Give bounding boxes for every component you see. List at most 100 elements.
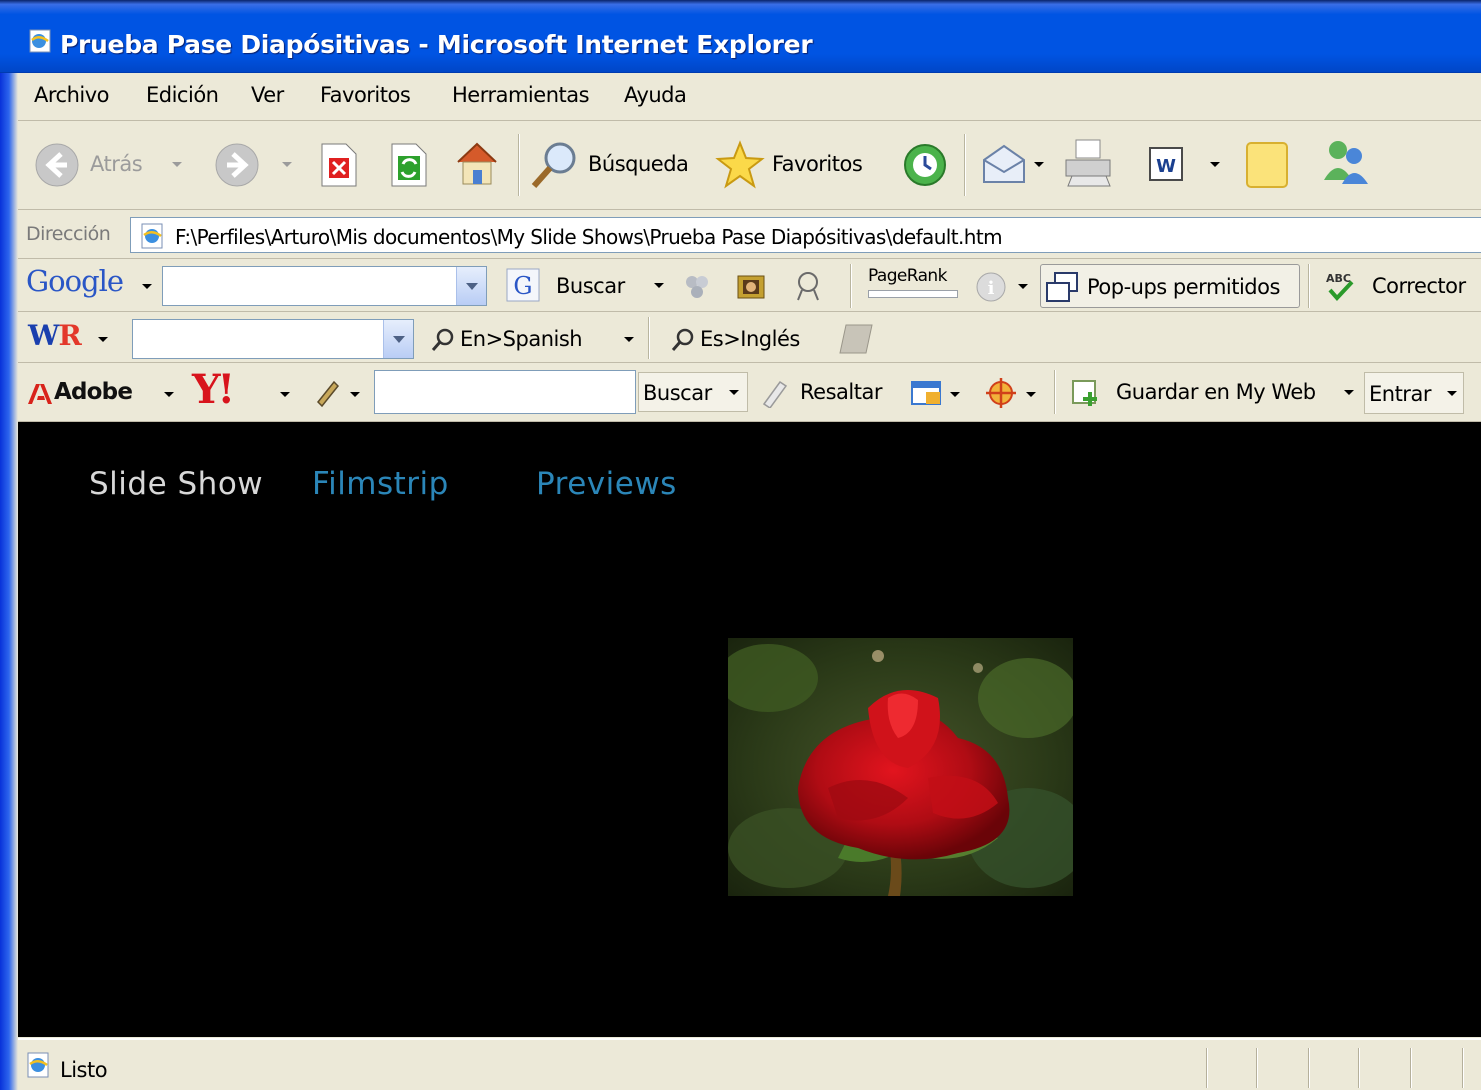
back-arrow-icon	[35, 143, 79, 187]
enter-button[interactable]: Entrar	[1364, 372, 1464, 414]
status-text: Listo	[60, 1058, 108, 1082]
yahoo-button[interactable]: Y!	[188, 366, 298, 418]
highlight-button[interactable]: Resaltar	[760, 374, 900, 412]
menu-edicion[interactable]: Edición	[146, 83, 219, 107]
address-url: F:\Perfiles\Arturo\Mis documentos\My Sli…	[175, 225, 1003, 249]
title-bar: Prueba Pase Diapósitivas - Microsoft Int…	[0, 0, 1481, 73]
info-icon[interactable]: i	[974, 270, 1008, 304]
target-button[interactable]	[982, 374, 1046, 412]
yahoo-search-button[interactable]: Buscar	[638, 372, 748, 412]
en-spanish-label: En>Spanish	[460, 327, 583, 351]
en-spanish-dropdown-icon	[624, 337, 634, 342]
google-search-label: Buscar	[556, 274, 625, 298]
nav-previews-link[interactable]: Previews	[536, 466, 677, 502]
toolbar-separator	[964, 134, 966, 196]
status-divider	[1462, 1048, 1464, 1088]
forward-button[interactable]	[212, 140, 302, 190]
enter-label: Entrar	[1369, 382, 1431, 406]
marker-icon	[762, 380, 788, 408]
enter-dropdown-icon	[1447, 391, 1457, 396]
spellcheck-button[interactable]: ABC Corrector	[1318, 266, 1481, 306]
news-icon[interactable]	[680, 270, 714, 304]
forward-arrow-icon	[215, 143, 259, 187]
pencil-button[interactable]	[310, 374, 370, 412]
book-icon[interactable]	[836, 321, 876, 357]
note-icon[interactable]	[1244, 140, 1292, 190]
word-dropdown-icon	[1210, 162, 1220, 167]
en-spanish-button[interactable]: En>Spanish	[428, 321, 638, 357]
popup-blocker-button[interactable]: Pop-ups permitidos	[1040, 264, 1300, 308]
history-icon[interactable]	[900, 140, 950, 190]
adobe-logo-icon	[28, 384, 52, 404]
address-input[interactable]: F:\Perfiles\Arturo\Mis documentos\My Sli…	[130, 217, 1481, 253]
google-search-dropdown-icon[interactable]	[456, 267, 486, 305]
home-icon[interactable]	[452, 138, 502, 188]
window-left-border	[0, 73, 18, 1090]
google-search-options-icon	[654, 283, 664, 288]
red-rose-photo	[728, 638, 1073, 896]
google-g-icon: G	[506, 268, 540, 302]
svg-text:W: W	[1156, 156, 1176, 177]
word-icon: W	[1149, 147, 1183, 181]
pencil-icon	[316, 380, 340, 408]
back-button[interactable]: Atrás	[32, 140, 182, 190]
status-divider	[1358, 1048, 1360, 1088]
google-logo[interactable]: Google	[26, 264, 124, 298]
print-icon[interactable]	[1062, 136, 1118, 190]
toolbar-separator	[1308, 264, 1310, 308]
window-options-button[interactable]	[910, 374, 972, 412]
pagerank-bar	[868, 290, 958, 298]
pencil-dropdown-icon	[350, 392, 360, 397]
messenger-icon[interactable]	[1316, 136, 1372, 192]
highlight-label: Resaltar	[800, 380, 882, 404]
pagerank-label: PageRank	[868, 266, 947, 286]
menu-ver[interactable]: Ver	[251, 83, 284, 107]
nav-slideshow-link[interactable]: Slide Show	[89, 466, 263, 502]
adobe-button[interactable]: Adobe	[26, 374, 176, 412]
google-search-button[interactable]: G Buscar	[506, 266, 666, 306]
search-button[interactable]: Búsqueda	[528, 138, 708, 190]
pagerank-indicator: PageRank	[866, 266, 966, 306]
google-toolbar: Google G Buscar PageRank i Pop-ups permi…	[18, 260, 1481, 312]
toolbar-separator	[648, 317, 650, 359]
menu-favoritos[interactable]: Favoritos	[320, 83, 411, 107]
wordreference-logo[interactable]: WR	[28, 319, 82, 352]
menu-bar: Archivo Edición Ver Favoritos Herramient…	[18, 74, 1481, 121]
wr-search-dropdown-icon[interactable]	[383, 320, 413, 358]
google-search-input[interactable]	[162, 266, 487, 306]
magnifier-icon	[531, 142, 576, 188]
yahoo-search-input[interactable]	[374, 370, 636, 414]
mail-button[interactable]	[980, 140, 1050, 190]
yahoo-search-dropdown-icon	[729, 390, 739, 395]
status-divider	[1206, 1048, 1208, 1088]
edit-word-button[interactable]: W	[1146, 144, 1226, 188]
refresh-icon[interactable]	[386, 142, 430, 188]
es-ingles-label: Es>Inglés	[700, 327, 800, 351]
crosshair-icon	[986, 378, 1016, 408]
star-icon	[715, 140, 765, 189]
wr-menu-dropdown-icon[interactable]	[98, 337, 108, 342]
page-content: Slide Show Filmstrip Previews	[18, 422, 1481, 1037]
save-to-myweb-button[interactable]: Guardar en My Web	[1070, 374, 1360, 412]
menu-archivo[interactable]: Archivo	[34, 83, 110, 107]
wr-search-input[interactable]	[132, 319, 414, 359]
es-ingles-button[interactable]: Es>Inglés	[668, 321, 828, 357]
favorites-button[interactable]: Favoritos	[714, 138, 884, 190]
nav-filmstrip-link[interactable]: Filmstrip	[312, 466, 449, 502]
highlight-icon[interactable]	[790, 268, 826, 304]
menu-herramientas[interactable]: Herramientas	[452, 83, 590, 107]
svg-text:ABC: ABC	[1326, 272, 1351, 285]
back-label: Atrás	[90, 152, 143, 176]
info-dropdown-icon[interactable]	[1018, 284, 1028, 289]
images-icon[interactable]	[734, 270, 768, 304]
spellcheck-icon: ABC	[1326, 272, 1354, 301]
spellcheck-label: Corrector	[1372, 274, 1466, 298]
google-menu-dropdown-icon[interactable]	[142, 284, 152, 289]
menu-ayuda[interactable]: Ayuda	[624, 83, 687, 107]
save-to-myweb-label: Guardar en My Web	[1116, 380, 1316, 404]
stop-icon[interactable]	[316, 142, 360, 188]
target-dropdown-icon	[1026, 392, 1036, 397]
ie-page-icon	[141, 223, 163, 249]
adobe-dropdown-icon	[164, 392, 174, 397]
forward-dropdown-icon	[282, 162, 292, 167]
